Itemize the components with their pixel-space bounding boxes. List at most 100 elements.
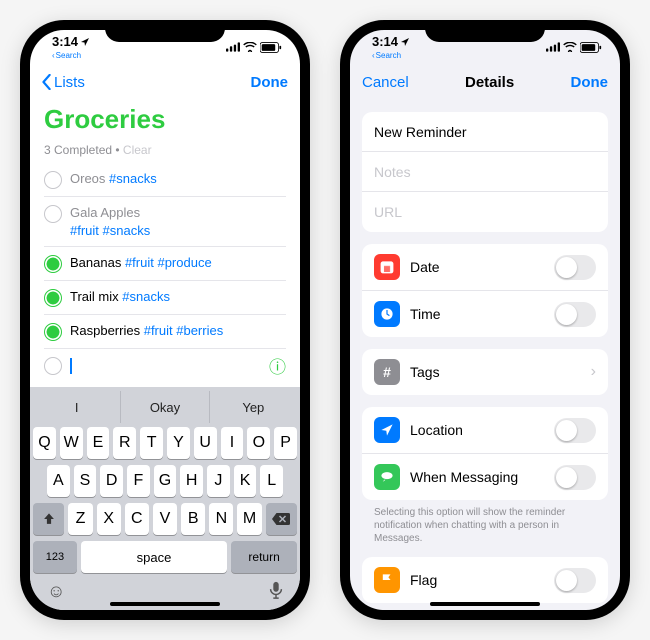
tags-row[interactable]: # Tags › [362, 349, 608, 395]
emoji-key[interactable]: ☺ [47, 581, 65, 604]
new-reminder-row[interactable]: ⓘ [44, 349, 286, 382]
phone-left: 3:14 ‹ Search Lists Done Groceries 3 Com… [20, 20, 310, 620]
completion-circle[interactable] [44, 171, 62, 189]
key[interactable]: L [260, 465, 283, 497]
title-group: New Reminder Notes URL [362, 112, 608, 232]
flag-row[interactable]: Flag [362, 557, 608, 603]
key[interactable]: N [209, 503, 233, 535]
key[interactable]: I [221, 427, 244, 459]
signal-icon [226, 42, 240, 52]
key[interactable]: K [234, 465, 257, 497]
shift-key[interactable] [33, 503, 64, 535]
home-indicator[interactable] [110, 602, 220, 606]
notch [425, 20, 545, 42]
completed-summary[interactable]: 3 Completed • Clear [44, 143, 286, 157]
key[interactable]: T [140, 427, 163, 459]
reminder-item[interactable]: Oreos #snacks [44, 163, 286, 197]
nav-done-button[interactable]: Done [571, 74, 609, 91]
suggestion[interactable]: Okay [121, 391, 209, 423]
reminder-item[interactable]: Gala Apples#fruit #snacks [44, 197, 286, 247]
notes-field[interactable]: Notes [362, 152, 608, 192]
flag-toggle[interactable] [554, 568, 596, 593]
completion-circle[interactable] [44, 205, 62, 223]
reminder-item[interactable]: Bananas #fruit #produce [44, 247, 286, 281]
time-toggle[interactable] [554, 302, 596, 327]
home-indicator[interactable] [430, 602, 540, 606]
key-row-1: QWERTYUIOP [33, 427, 297, 459]
key[interactable]: F [127, 465, 150, 497]
key[interactable]: V [153, 503, 177, 535]
key[interactable]: R [113, 427, 136, 459]
messaging-footnote: Selecting this option will show the remi… [362, 500, 608, 545]
completion-circle[interactable] [44, 255, 62, 273]
calendar-icon: ▦ [374, 254, 400, 280]
mic-key[interactable] [269, 581, 283, 604]
messaging-row[interactable]: When Messaging [362, 454, 608, 500]
suggestion[interactable]: Yep [210, 391, 297, 423]
cancel-button[interactable]: Cancel [362, 74, 409, 91]
numbers-key[interactable]: 123 [33, 541, 77, 573]
key[interactable]: A [47, 465, 70, 497]
breadcrumb-back[interactable]: ‹ Search [52, 52, 81, 60]
text-cursor [70, 358, 72, 374]
reminders-list-screen: 3:14 ‹ Search Lists Done Groceries 3 Com… [30, 30, 300, 610]
key[interactable]: Q [33, 427, 56, 459]
key[interactable]: X [97, 503, 121, 535]
status-time: 3:14 [52, 34, 78, 49]
location-toggle[interactable] [554, 418, 596, 443]
key[interactable]: Y [167, 427, 190, 459]
flag-icon [374, 567, 400, 593]
space-key[interactable]: space [81, 541, 227, 573]
key[interactable]: O [247, 427, 270, 459]
status-right [546, 42, 602, 53]
battery-icon [260, 42, 282, 53]
time-row[interactable]: Time [362, 291, 608, 337]
nav-done-button[interactable]: Done [251, 74, 289, 91]
chevron-left-icon [42, 74, 52, 90]
location-arrow-icon [400, 37, 410, 47]
key[interactable]: J [207, 465, 230, 497]
location-messaging-group: Location When Messaging [362, 407, 608, 500]
location-row[interactable]: Location [362, 407, 608, 454]
key[interactable]: C [125, 503, 149, 535]
page-title: Details [465, 74, 514, 91]
reminder-item[interactable]: Trail mix #snacks [44, 281, 286, 315]
nav-back-button[interactable]: Lists [42, 74, 85, 91]
key[interactable]: B [181, 503, 205, 535]
key-row-2: ASDFGHJKL [33, 465, 297, 497]
key[interactable]: S [74, 465, 97, 497]
wifi-icon [243, 42, 257, 52]
completion-circle[interactable] [44, 289, 62, 307]
key[interactable]: W [60, 427, 83, 459]
date-toggle[interactable] [554, 255, 596, 280]
key[interactable]: G [154, 465, 177, 497]
key[interactable]: E [87, 427, 110, 459]
nav-bar: Cancel Details Done [350, 64, 620, 100]
details-screen: 3:14 ‹ Search Cancel Details Done New Re… [350, 30, 620, 610]
info-icon[interactable]: ⓘ [269, 353, 286, 378]
completion-circle[interactable] [44, 357, 62, 375]
suggestion[interactable]: I [33, 391, 121, 423]
details-content[interactable]: New Reminder Notes URL ▦ Date Time # [350, 100, 620, 610]
key[interactable]: P [274, 427, 297, 459]
delete-key[interactable] [266, 503, 297, 535]
url-field[interactable]: URL [362, 192, 608, 232]
notch [105, 20, 225, 42]
key[interactable]: H [180, 465, 203, 497]
battery-icon [580, 42, 602, 53]
key[interactable]: U [194, 427, 217, 459]
completion-circle[interactable] [44, 323, 62, 341]
key[interactable]: M [237, 503, 261, 535]
key[interactable]: D [100, 465, 123, 497]
reminder-item[interactable]: Raspberries #fruit #berries [44, 315, 286, 349]
tags-group: # Tags › [362, 349, 608, 395]
key-row-4: 123 space return [33, 541, 297, 573]
keyboard: I Okay Yep QWERTYUIOP ASDFGHJKL ZXCVBNM … [30, 387, 300, 610]
key[interactable]: Z [68, 503, 92, 535]
title-field[interactable]: New Reminder [362, 112, 608, 152]
messaging-toggle[interactable] [554, 465, 596, 490]
return-key[interactable]: return [231, 541, 297, 573]
clear-button[interactable]: Clear [123, 143, 152, 157]
date-row[interactable]: ▦ Date [362, 244, 608, 291]
breadcrumb-back[interactable]: ‹ Search [372, 52, 401, 60]
